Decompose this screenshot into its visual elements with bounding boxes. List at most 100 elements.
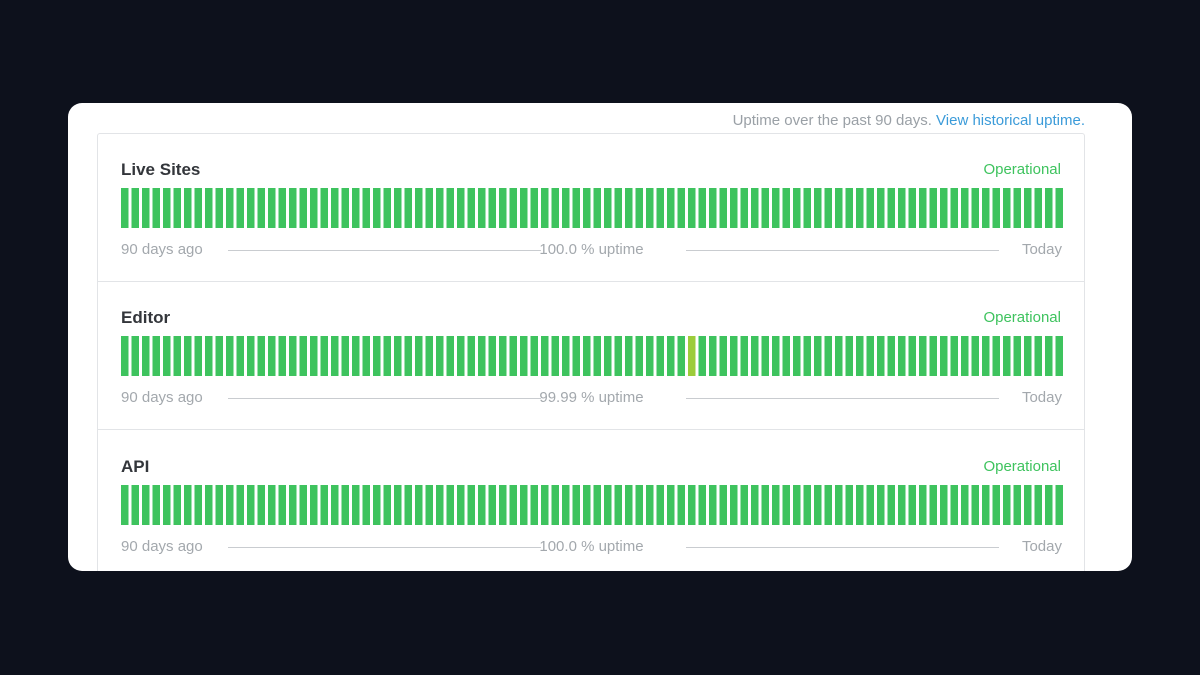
uptime-day-bar[interactable] — [908, 188, 917, 228]
uptime-day-bar[interactable] — [1024, 188, 1032, 228]
uptime-day-bar[interactable] — [1024, 336, 1032, 376]
uptime-day-bar[interactable] — [877, 188, 885, 228]
uptime-day-bar[interactable] — [793, 485, 801, 525]
uptime-day-bar[interactable] — [971, 485, 980, 525]
uptime-day-bar[interactable] — [740, 485, 749, 525]
uptime-day-bar[interactable] — [1034, 188, 1043, 228]
uptime-day-bar[interactable] — [478, 188, 486, 228]
uptime-day-bar[interactable] — [121, 188, 129, 228]
uptime-day-bar[interactable] — [961, 485, 969, 525]
uptime-day-bar[interactable] — [782, 188, 791, 228]
uptime-day-bar[interactable] — [824, 188, 833, 228]
uptime-day-bar[interactable] — [814, 188, 822, 228]
uptime-day-bar[interactable] — [425, 188, 434, 228]
uptime-day-bar[interactable] — [908, 485, 917, 525]
uptime-day-bar[interactable] — [236, 336, 245, 376]
uptime-day-bar[interactable] — [194, 485, 203, 525]
uptime-day-bar[interactable] — [446, 336, 455, 376]
uptime-day-bar[interactable] — [520, 485, 528, 525]
uptime-day-bar[interactable] — [215, 336, 224, 376]
uptime-day-bar[interactable] — [194, 188, 203, 228]
uptime-day-bar[interactable] — [730, 485, 738, 525]
uptime-day-bar[interactable] — [740, 188, 749, 228]
uptime-day-bar[interactable] — [457, 188, 465, 228]
uptime-day-bar[interactable] — [257, 336, 266, 376]
uptime-day-bar[interactable] — [845, 188, 854, 228]
uptime-day-bar[interactable] — [436, 336, 444, 376]
uptime-day-bar[interactable] — [320, 188, 329, 228]
uptime-day-bar[interactable] — [425, 336, 434, 376]
uptime-day-bar[interactable] — [226, 188, 234, 228]
uptime-day-bar-degraded[interactable] — [688, 336, 696, 376]
uptime-day-bar[interactable] — [992, 188, 1001, 228]
uptime-day-bar[interactable] — [698, 485, 707, 525]
uptime-day-bar[interactable] — [845, 485, 854, 525]
uptime-day-bar[interactable] — [856, 188, 864, 228]
uptime-day-bar[interactable] — [793, 336, 801, 376]
uptime-day-bar[interactable] — [898, 188, 906, 228]
uptime-day-bar[interactable] — [950, 336, 959, 376]
uptime-day-bar[interactable] — [761, 336, 770, 376]
uptime-day-bar[interactable] — [205, 188, 213, 228]
uptime-day-bar[interactable] — [709, 336, 717, 376]
uptime-day-bar[interactable] — [688, 485, 696, 525]
uptime-day-bar[interactable] — [887, 188, 896, 228]
uptime-day-bar[interactable] — [383, 485, 392, 525]
uptime-day-bar[interactable] — [971, 336, 980, 376]
uptime-day-bar[interactable] — [583, 485, 591, 525]
uptime-day-bar[interactable] — [226, 485, 234, 525]
uptime-day-bar[interactable] — [352, 485, 360, 525]
uptime-day-bar[interactable] — [877, 336, 885, 376]
uptime-day-bar[interactable] — [982, 188, 990, 228]
uptime-day-bar[interactable] — [1055, 188, 1064, 228]
uptime-day-bar[interactable] — [688, 188, 696, 228]
uptime-day-bar[interactable] — [1034, 336, 1043, 376]
uptime-day-bar[interactable] — [142, 188, 150, 228]
uptime-day-bar[interactable] — [919, 188, 927, 228]
uptime-day-bar[interactable] — [1013, 188, 1022, 228]
uptime-day-bar[interactable] — [646, 336, 654, 376]
uptime-day-bar[interactable] — [803, 485, 812, 525]
uptime-day-bar[interactable] — [310, 188, 318, 228]
uptime-day-bar[interactable] — [467, 188, 476, 228]
uptime-day-bar[interactable] — [362, 485, 371, 525]
uptime-day-bar[interactable] — [604, 188, 612, 228]
uptime-day-bar[interactable] — [1045, 485, 1053, 525]
uptime-day-bar[interactable] — [698, 188, 707, 228]
uptime-day-bar[interactable] — [646, 485, 654, 525]
uptime-day-bar[interactable] — [845, 336, 854, 376]
uptime-day-bar[interactable] — [268, 485, 276, 525]
uptime-day-bar[interactable] — [352, 336, 360, 376]
uptime-day-bar[interactable] — [1055, 485, 1064, 525]
uptime-day-bar[interactable] — [152, 485, 161, 525]
uptime-day-bar[interactable] — [278, 485, 287, 525]
uptime-day-bar[interactable] — [310, 336, 318, 376]
uptime-day-bar[interactable] — [173, 485, 182, 525]
uptime-day-bar[interactable] — [656, 188, 665, 228]
uptime-day-bar[interactable] — [520, 336, 528, 376]
uptime-day-bar[interactable] — [614, 336, 623, 376]
uptime-day-bar[interactable] — [887, 336, 896, 376]
uptime-day-bar[interactable] — [1013, 485, 1022, 525]
uptime-day-bar[interactable] — [782, 485, 791, 525]
uptime-day-bar[interactable] — [982, 485, 990, 525]
uptime-day-bar[interactable] — [373, 485, 381, 525]
uptime-day-bar[interactable] — [394, 188, 402, 228]
uptime-day-bar[interactable] — [772, 485, 780, 525]
uptime-day-bar[interactable] — [257, 188, 266, 228]
uptime-day-bar[interactable] — [436, 188, 444, 228]
uptime-day-bar[interactable] — [551, 336, 560, 376]
uptime-day-bar[interactable] — [635, 188, 644, 228]
uptime-day-bar[interactable] — [142, 485, 150, 525]
uptime-day-bar[interactable] — [236, 188, 245, 228]
uptime-day-bar[interactable] — [824, 336, 833, 376]
uptime-day-bar[interactable] — [677, 485, 686, 525]
uptime-day-bar[interactable] — [730, 188, 738, 228]
uptime-day-bar[interactable] — [919, 485, 927, 525]
uptime-day-bar[interactable] — [719, 485, 728, 525]
uptime-day-bar[interactable] — [121, 336, 129, 376]
uptime-day-bar[interactable] — [562, 336, 570, 376]
uptime-day-bar[interactable] — [467, 485, 476, 525]
view-historical-uptime-link[interactable]: View historical uptime. — [936, 112, 1085, 129]
uptime-day-bar[interactable] — [614, 188, 623, 228]
